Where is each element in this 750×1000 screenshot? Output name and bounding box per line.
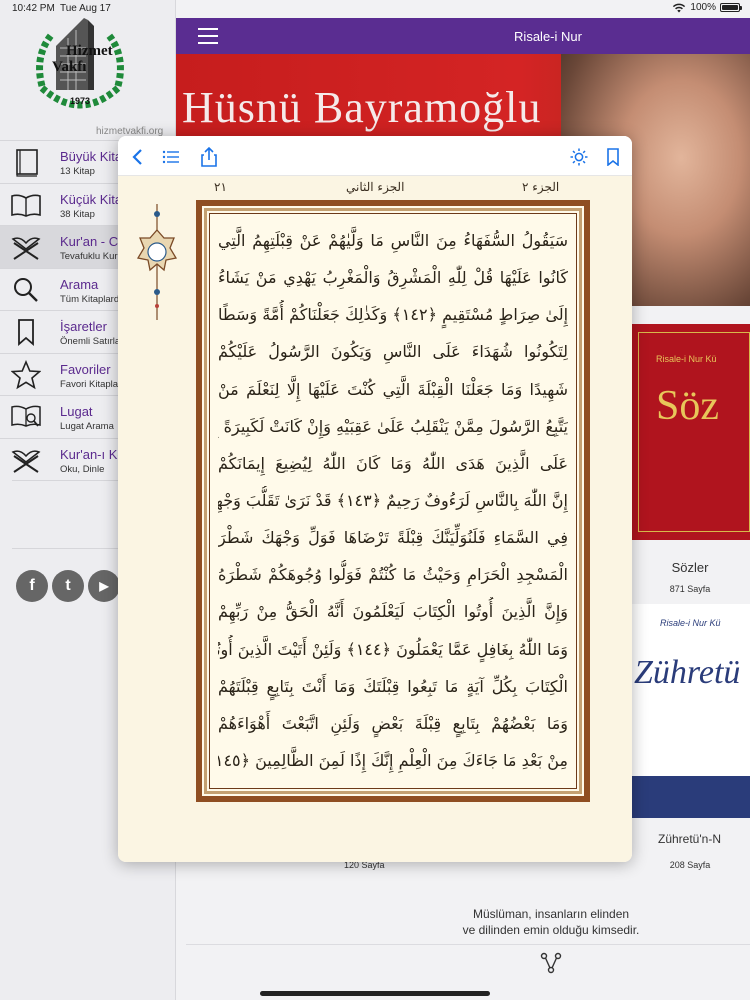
verse-line[interactable]: وَمَا اللّٰهُ بِغَافِلٍ عَمَّا يَعْمَلُو…	[218, 635, 568, 665]
book-cover-title: Zühretü	[634, 654, 741, 691]
youtube-icon[interactable]: ▶	[88, 570, 120, 602]
search-icon	[10, 275, 42, 305]
banner-author-name: Hüsnü Bayramoğlu	[182, 83, 542, 132]
back-chevron-icon[interactable]	[126, 146, 148, 168]
quran-reader-popup: ٢١ الجزء الثاني الجزء ٢ سَيَقُولُ السُّف…	[118, 136, 632, 862]
sidebar-item-label: Kur'an - Ce	[60, 234, 126, 249]
book-title[interactable]: Sözler	[630, 560, 750, 575]
verse-lines: سَيَقُولُ السُّفَهَاءُ مِنَ النَّاسِ مَا…	[218, 222, 568, 780]
share-network-icon[interactable]	[540, 952, 562, 974]
social-links: f t ▶	[16, 570, 120, 602]
home-indicator[interactable]	[260, 991, 490, 996]
sidebar-item-label: Favoriler	[60, 361, 111, 377]
sidebar-item-sublabel: Tevafuklu Kur	[60, 251, 118, 262]
wifi-icon	[673, 3, 686, 12]
verse-line[interactable]: مِنْ بَعْدِ مَا جَاءَكَ مِنَ الْعِلْمِ إ…	[218, 746, 568, 776]
juz-name: الجزء الثاني	[346, 180, 405, 194]
verse-line[interactable]: إِنَّ اللّٰهَ بِالنَّاسِ لَرَءُوفٌ رَحِي…	[218, 486, 568, 516]
verse-line[interactable]: فِي السَّمَاءِ فَلَنُوَلِّيَنَّكَ قِبْلَ…	[218, 523, 568, 553]
verse-line[interactable]: يَتَّبِعُ الرَّسُولَ مِمَّنْ يَنْقَلِبُ …	[218, 412, 568, 442]
status-right: 100%	[672, 2, 742, 13]
book-cover-zuhretun-nur[interactable]: Risale-i Nur Kü Zühretü	[630, 604, 750, 818]
status-date: Tue Aug 17	[60, 3, 111, 14]
book-closed-icon	[10, 147, 42, 177]
facebook-icon[interactable]: f	[16, 570, 48, 602]
list-icon[interactable]	[160, 146, 182, 168]
book-cover-title: Söz	[656, 383, 719, 429]
book-title[interactable]: Zühretü'n-N	[658, 832, 750, 846]
verse-line[interactable]: وَمَا بَعْضُهُمْ بِتَابِعٍ قِبْلَةَ بَعْ…	[218, 709, 568, 739]
sidebar-item-label: İşaretler	[60, 319, 107, 334]
bookmark-icon	[10, 317, 42, 347]
book-pages: 871 Sayfa	[669, 584, 711, 594]
divider	[186, 944, 750, 945]
book-cover-sozler[interactable]: Risale-i Nur Kü Söz	[630, 324, 750, 540]
verse-line[interactable]: إِلَىٰ صِرَاطٍ مُسْتَقِيمٍ ﴿١٤٢﴾ وَكَذٰل…	[218, 300, 568, 330]
verse-line[interactable]: لِتَكُونُوا شُهَدَاءَ عَلَى النَّاسِ وَي…	[218, 337, 568, 367]
juz-number: الجزء ٢	[522, 180, 560, 194]
book-pages: 208 Sayfa	[669, 860, 711, 870]
sidebar-item-label: Lugat	[60, 404, 93, 419]
quran-stand-icon	[10, 232, 42, 262]
status-bar: 10:42 PM Tue Aug 17 100%	[0, 0, 750, 18]
star-icon	[10, 359, 42, 390]
hizb-marker-ornament-icon	[136, 204, 178, 320]
verse-line[interactable]: عَلَى الَّذِينَ هَدَى اللّٰهُ وَمَا كَان…	[218, 449, 568, 479]
brightness-icon[interactable]	[568, 146, 590, 168]
book-cover-band	[630, 776, 750, 818]
book-cover-series: Risale-i Nur Kü	[656, 354, 717, 364]
sidebar-item-label: Küçük Kita	[60, 191, 123, 207]
sidebar-item-sublabel: 13 Kitap	[60, 166, 95, 177]
bookmark-icon[interactable]	[602, 146, 624, 168]
sidebar-item-sublabel: Lugat Arama	[60, 421, 114, 432]
dictionary-icon	[10, 402, 42, 432]
page-frame: سَيَقُولُ السُّفَهَاءُ مِنَ النَّاسِ مَا…	[196, 200, 590, 802]
verse-line[interactable]: الْكِتَابَ بِكُلِّ آيَةٍ مَا تَبِعُوا قِ…	[218, 672, 568, 702]
mushaf-page[interactable]: ٢١ الجزء الثاني الجزء ٢ سَيَقُولُ السُّف…	[118, 176, 632, 862]
share-icon[interactable]	[198, 146, 220, 168]
nav-title: Risale-i Nur	[514, 29, 582, 44]
page-number: ٢١	[214, 180, 227, 194]
battery-percent: 100%	[690, 2, 716, 13]
sidebar-item-label: Kur'an-ı Ke	[60, 446, 125, 462]
svg-text:1973: 1973	[70, 96, 90, 106]
sidebar-item-sublabel: 38 Kitap	[60, 208, 95, 220]
sidebar-item-sublabel: Önemli Satırla	[60, 336, 121, 347]
sidebar-item-sublabel: Tüm Kitaplarda	[60, 293, 125, 305]
quote-line: Müslüman, insanların elinden	[472, 907, 630, 921]
sidebar-item-sublabel: Oku, Dinle	[60, 463, 105, 475]
reader-toolbar	[118, 136, 632, 176]
verse-line[interactable]: الْمَسْجِدِ الْحَرَامِ وَحَيْثُ مَا كُنْ…	[218, 560, 568, 590]
quote-line: ve dilinden emin olduğu kimsedir.	[462, 923, 640, 937]
quran-stand-icon	[10, 445, 42, 475]
ipad-screen: 10:42 PM Tue Aug 17 100% 1973 Hizmet Vak…	[0, 0, 750, 1000]
verse-line[interactable]: كَانُوا عَلَيْهَا قُلْ لِلّٰهِ الْمَشْرِ…	[218, 263, 568, 293]
book-open-icon	[10, 190, 42, 220]
nav-bar: Risale-i Nur	[176, 18, 750, 54]
sidebar-item-sublabel: Favori Kitapla	[60, 378, 119, 390]
status-time: 10:42 PM	[12, 3, 55, 14]
verse-line[interactable]: وَإِنَّ الَّذِينَ أُوتُوا الْكِتَابَ لَي…	[218, 597, 568, 627]
logo-text-hizmet: Hizmet	[66, 43, 113, 59]
verse-line[interactable]: سَيَقُولُ السُّفَهَاءُ مِنَ النَّاسِ مَا…	[218, 226, 568, 256]
book-cover-series: Risale-i Nur Kü	[660, 618, 721, 628]
battery-icon	[720, 3, 742, 12]
verse-line[interactable]: شَهِيدًا وَمَا جَعَلْنَا الْقِبْلَةَ الَ…	[218, 375, 568, 405]
logo-text-vakfi: Vakfı	[52, 59, 87, 75]
daily-quote: Müslüman, insanların elinden ve dilinden…	[416, 906, 686, 938]
sidebar-item-label: Büyük Kita	[60, 149, 123, 164]
sidebar-item-label: Arama	[60, 276, 99, 292]
twitter-icon[interactable]: t	[52, 570, 84, 602]
